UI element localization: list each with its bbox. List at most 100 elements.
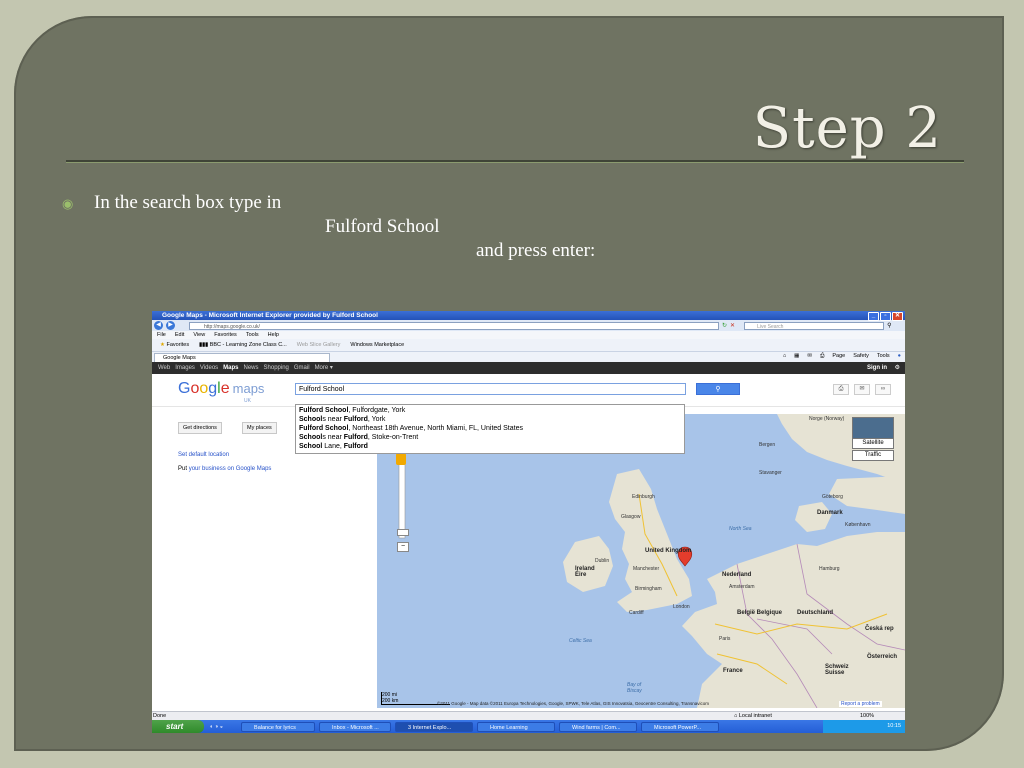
window-title: Google Maps - Microsoft Internet Explore… <box>162 312 378 319</box>
map-label: Deutschland <box>797 610 834 616</box>
fav-web-slice[interactable]: Web Slice Gallery <box>297 342 341 348</box>
sign-in-link[interactable]: Sign in <box>867 362 887 374</box>
taskbar-item[interactable]: Inbox - Microsoft ... <box>319 721 392 732</box>
suggestion-item[interactable]: Fulford School, Northeast 18th Avenue, N… <box>299 424 681 433</box>
search-icon: ⚲ <box>715 386 721 393</box>
menu-edit[interactable]: Edit <box>175 331 184 339</box>
map-label: Ireland Éire <box>575 566 595 578</box>
windows-taskbar: start ◐ ◑ ◒ Balance for lyrics Inbox - M… <box>152 720 905 733</box>
business-link[interactable]: your business on Google Maps <box>189 466 272 472</box>
menu-view[interactable]: View <box>193 331 205 339</box>
link-icon[interactable]: ∞ <box>875 384 891 395</box>
suggestion-item[interactable]: Fulford School, Fulfordgate, York <box>299 406 681 415</box>
taskbar-item[interactable]: Microsoft PowerP... <box>641 721 720 732</box>
mail-icon[interactable]: ✉ <box>807 353 812 360</box>
taskbar-item[interactable]: Wind farms | Com... <box>559 721 638 732</box>
traffic-button[interactable]: Traffic <box>852 450 894 461</box>
taskbar-item[interactable]: Balance for lyrics <box>241 721 316 732</box>
bbc-icon: ▮▮▮ <box>199 342 209 348</box>
map-label: Göteborg <box>822 494 843 500</box>
minimize-icon[interactable]: _ <box>868 312 879 321</box>
taskbar-item-active[interactable]: 3 Internet Explo... <box>395 721 474 732</box>
map-label: North Sea <box>729 526 752 532</box>
map-label: Bay of Biscay <box>627 682 642 694</box>
map-label: Nederland <box>722 572 752 578</box>
map-label: København <box>845 522 871 528</box>
map-label: France <box>723 668 743 674</box>
favorites-button[interactable]: ★ Favorites <box>160 342 189 348</box>
map-label: Dublin <box>595 558 610 564</box>
search-input[interactable]: Fulford School <box>295 383 686 395</box>
suggestion-item[interactable]: Schools near Fulford, Stoke-on-Trent <box>299 433 681 442</box>
taskbar-item[interactable]: Home Learning <box>477 721 556 732</box>
gbar-videos[interactable]: Videos <box>200 362 218 374</box>
gbar-more[interactable]: More ▾ <box>315 362 333 374</box>
search-icon[interactable]: ⚲ <box>887 322 891 329</box>
google-bar: Web Images Videos Maps News Shopping Gma… <box>152 362 905 374</box>
map-label: België Belgique <box>737 610 783 616</box>
gbar-maps[interactable]: Maps <box>223 362 238 374</box>
address-row: ◀ ▶ http://maps.google.co.uk/ ↻ ✕ Live S… <box>152 320 905 331</box>
suggestion-item[interactable]: Schools near Fulford, York <box>299 415 681 424</box>
safety-menu[interactable]: Safety <box>853 353 869 360</box>
forward-icon[interactable]: ▶ <box>166 321 175 330</box>
satellite-button[interactable]: Satellite <box>852 438 894 449</box>
browser-screenshot: Google Maps - Microsoft Internet Explore… <box>152 311 905 733</box>
help-icon[interactable]: ● <box>898 353 901 360</box>
map-label: Hamburg <box>819 566 840 572</box>
fav-bbc[interactable]: ▮▮▮ BBC - Learning Zone Class C... <box>199 342 287 348</box>
map-label: Norge (Norway) <box>809 416 845 422</box>
command-bar: ⌂ ▦ ✉ ⎙ Page Safety Tools ● <box>783 353 901 360</box>
map-view[interactable]: − Satellite Traffic Norge (Norway) Berge… <box>377 414 905 708</box>
home-icon[interactable]: ⌂ <box>783 353 786 360</box>
ie-menu-bar: File Edit View Favorites Tools Help <box>152 331 905 339</box>
start-button[interactable]: start <box>152 720 204 733</box>
scale-km: 200 km <box>382 698 399 704</box>
map-label: Amsterdam <box>729 584 755 590</box>
gbar-shopping[interactable]: Shopping <box>264 362 289 374</box>
gbar-images[interactable]: Images <box>175 362 195 374</box>
region-label: UK <box>244 398 251 404</box>
favorites-bar: ★ Favorites ▮▮▮ BBC - Learning Zone Clas… <box>152 339 905 352</box>
map-label: Birmingham <box>635 586 662 592</box>
address-bar[interactable]: http://maps.google.co.uk/ <box>189 321 719 330</box>
menu-tools[interactable]: Tools <box>246 331 259 339</box>
tools-menu[interactable]: Tools <box>877 353 890 360</box>
report-problem-link[interactable]: Report a problem <box>839 701 882 707</box>
gear-icon[interactable]: ⚙ <box>895 362 900 374</box>
ie-title-bar: Google Maps - Microsoft Internet Explore… <box>152 311 905 321</box>
suggestion-item[interactable]: School Lane, Fulford <box>299 442 681 451</box>
maps-header: Google maps UK Fulford School ⚲ ⎙ ✉ ∞ <box>152 374 905 407</box>
maximize-icon[interactable]: ▫ <box>880 312 891 321</box>
live-search-input[interactable]: Live Search <box>744 321 885 330</box>
print-icon[interactable]: ⎙ <box>833 384 849 395</box>
intranet-icon: ⌂ <box>734 713 738 719</box>
search-button[interactable]: ⚲ <box>696 383 740 395</box>
print-icon[interactable]: ⎙ <box>820 353 824 360</box>
feeds-icon[interactable]: ▦ <box>794 353 799 360</box>
page-menu[interactable]: Page <box>832 353 845 360</box>
map-label: London <box>673 604 690 610</box>
zoom-slider-handle[interactable] <box>397 529 409 536</box>
gbar-news[interactable]: News <box>244 362 259 374</box>
gbar-web[interactable]: Web <box>158 362 170 374</box>
fav-marketplace[interactable]: Windows Marketplace <box>350 342 404 348</box>
back-icon[interactable]: ◀ <box>154 321 163 330</box>
map-label: Paris <box>719 636 731 642</box>
get-directions-button[interactable]: Get directions <box>178 422 222 434</box>
set-default-location-link[interactable]: Set default location <box>178 452 229 458</box>
tab-row: Google Maps ⌂ ▦ ✉ ⎙ Page Safety Tools ● <box>152 352 905 362</box>
status-text: Done <box>153 713 167 719</box>
gbar-gmail[interactable]: Gmail <box>294 362 310 374</box>
menu-help[interactable]: Help <box>268 331 279 339</box>
email-icon[interactable]: ✉ <box>854 384 870 395</box>
my-places-button[interactable]: My places <box>242 422 277 434</box>
tab-google-maps[interactable]: Google Maps <box>154 352 330 362</box>
refresh-icon[interactable]: ↻ <box>722 322 727 329</box>
stop-icon[interactable]: ✕ <box>730 322 735 329</box>
zoom-out-button[interactable]: − <box>397 542 409 552</box>
google-maps-logo: Google maps <box>178 380 265 397</box>
menu-favorites[interactable]: Favorites <box>214 331 237 339</box>
menu-file[interactable]: File <box>157 331 166 339</box>
close-icon[interactable]: ✕ <box>892 312 903 321</box>
